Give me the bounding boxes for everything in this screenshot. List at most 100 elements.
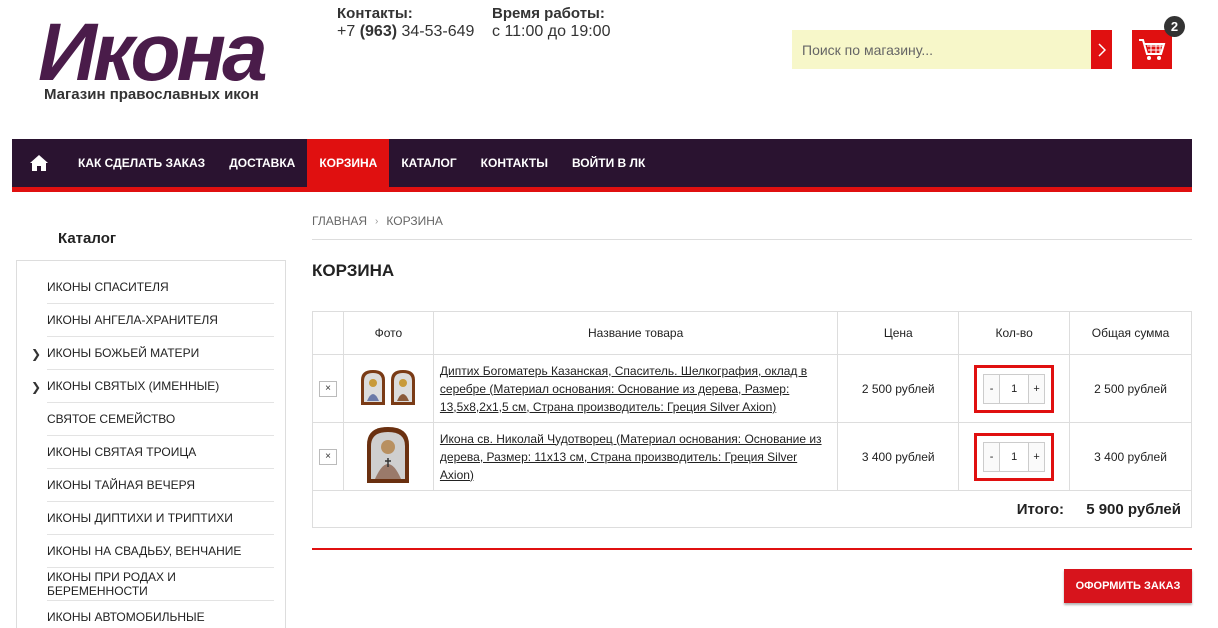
delete-cell: × bbox=[312, 422, 344, 491]
header-delete bbox=[312, 311, 344, 355]
nav-item-catalog[interactable]: КАТАЛОГ bbox=[389, 139, 468, 187]
price-cell: 3 400 рублей bbox=[837, 422, 960, 491]
header-photo: Фото bbox=[342, 311, 434, 355]
catalog-item-label: ИКОНЫ ПРИ РОДАХ И БЕРЕМЕННОСТИ bbox=[47, 570, 176, 598]
qty-value[interactable]: 1 bbox=[999, 374, 1030, 403]
product-image[interactable] bbox=[365, 425, 411, 485]
catalog-item-mother-of-god[interactable]: ❯ ИКОНЫ БОЖЬЕЙ МАТЕРИ bbox=[31, 337, 274, 370]
phone-prefix: +7 bbox=[337, 23, 360, 40]
catalog-item-saints[interactable]: ❯ ИКОНЫ СВЯТЫХ (ИМЕННЫЕ) bbox=[31, 370, 274, 403]
catalog-item-wedding[interactable]: ИКОНЫ НА СВАДЬБУ, ВЕНЧАНИЕ bbox=[47, 535, 274, 568]
total-cell: 2 500 рублей bbox=[1069, 354, 1192, 423]
qty-value[interactable]: 1 bbox=[999, 442, 1030, 471]
divider bbox=[312, 548, 1192, 550]
product-image[interactable] bbox=[358, 368, 418, 406]
catalog-item-label: ИКОНЫ СВЯТЫХ (ИМЕННЫЕ) bbox=[47, 379, 220, 393]
nav-item-contacts[interactable]: КОНТАКТЫ bbox=[469, 139, 560, 187]
delete-cell: × bbox=[312, 354, 344, 423]
total-cell: 3 400 рублей bbox=[1069, 422, 1192, 491]
nav-item-cart[interactable]: КОРЗИНА bbox=[307, 139, 390, 187]
table-header-row: Фото Название товара Цена Кол-во Общая с… bbox=[312, 311, 1192, 355]
catalog-item-label: ИКОНЫ СПАСИТЕЛЯ bbox=[47, 280, 169, 294]
nav-item-how-to-order[interactable]: КАК СДЕЛАТЬ ЗАКАЗ bbox=[66, 139, 217, 187]
product-name-link[interactable]: Икона св. Николай Чудотворец (Материал о… bbox=[440, 432, 822, 482]
phone-number: 34-53-649 bbox=[397, 23, 475, 40]
hours-block: Время работы: с 11:00 до 19:00 bbox=[492, 5, 610, 41]
photo-cell bbox=[342, 422, 434, 491]
chevron-right-icon: ❯ bbox=[31, 380, 42, 394]
catalog-item-label: ИКОНЫ НА СВАДЬБУ, ВЕНЧАНИЕ bbox=[47, 544, 242, 558]
contacts-phone: +7 (963) 34-53-649 bbox=[337, 23, 474, 41]
nav-home-button[interactable] bbox=[12, 139, 66, 187]
home-icon bbox=[30, 155, 48, 171]
qty-cell: - 1 + bbox=[958, 354, 1071, 423]
qty-minus-button[interactable]: - bbox=[984, 374, 1000, 403]
catalog-item-label: ИКОНЫ ТАЙНАЯ ВЕЧЕРЯ bbox=[47, 478, 196, 492]
search-bar bbox=[792, 30, 1112, 69]
nav-item-login[interactable]: ВОЙТИ В ЛК bbox=[560, 139, 657, 187]
page-title: КОРЗИНА bbox=[312, 261, 395, 280]
qty-highlight: - 1 + bbox=[974, 364, 1055, 413]
chevron-right-icon: › bbox=[375, 215, 379, 227]
qty-minus-button[interactable]: - bbox=[984, 442, 1000, 471]
catalog-item-label: ИКОНЫ СВЯТАЯ ТРОИЦА bbox=[47, 445, 197, 459]
header-qty: Кол-во bbox=[958, 311, 1071, 355]
catalog-item-guardian-angel[interactable]: ИКОНЫ АНГЕЛА-ХРАНИТЕЛЯ bbox=[47, 304, 274, 337]
catalog-item-label: ИКОНЫ ДИПТИХИ И ТРИПТИХИ bbox=[47, 511, 233, 525]
header-total: Общая сумма bbox=[1069, 311, 1192, 355]
breadcrumb-current: КОРЗИНА bbox=[386, 214, 443, 228]
checkout-button[interactable]: ОФОРМИТЬ ЗАКАЗ bbox=[1064, 569, 1192, 603]
contacts-label: Контакты: bbox=[337, 5, 413, 22]
cart-icon bbox=[1139, 38, 1166, 60]
logo-subtitle: Магазин православных икон bbox=[44, 86, 259, 103]
main-nav: КАК СДЕЛАТЬ ЗАКАЗ ДОСТАВКА КОРЗИНА КАТАЛ… bbox=[12, 139, 1192, 187]
catalog-item-diptychs[interactable]: ИКОНЫ ДИПТИХИ И ТРИПТИХИ bbox=[47, 502, 274, 535]
catalog-item-last-supper[interactable]: ИКОНЫ ТАЙНАЯ ВЕЧЕРЯ bbox=[47, 469, 274, 502]
qty-cell: - 1 + bbox=[958, 422, 1071, 491]
logo-title: Икона bbox=[38, 7, 268, 98]
qty-plus-button[interactable]: + bbox=[1029, 374, 1045, 403]
catalog-item-automobile[interactable]: ИКОНЫ АВТОМОБИЛЬНЫЕ bbox=[47, 601, 274, 628]
qty-plus-button[interactable]: + bbox=[1029, 442, 1045, 471]
catalog-item-label: ИКОНЫ АВТОМОБИЛЬНЫЕ bbox=[47, 610, 205, 624]
cart-button[interactable] bbox=[1132, 30, 1172, 69]
chevron-right-icon bbox=[1097, 42, 1106, 57]
catalog-item-label: СВЯТОЕ СЕМЕЙСТВО bbox=[47, 412, 176, 426]
quantity-stepper: - 1 + bbox=[983, 373, 1046, 404]
phone-code: (963) bbox=[359, 23, 398, 40]
catalog-item-label: ИКОНЫ БОЖЬЕЙ МАТЕРИ bbox=[47, 346, 200, 360]
nav-accent-line bbox=[12, 187, 1192, 192]
catalog-sidebar: ИКОНЫ СПАСИТЕЛЯ ИКОНЫ АНГЕЛА-ХРАНИТЕЛЯ ❯… bbox=[16, 260, 286, 628]
catalog-list: ИКОНЫ СПАСИТЕЛЯ ИКОНЫ АНГЕЛА-ХРАНИТЕЛЯ ❯… bbox=[31, 271, 274, 628]
grand-total-label: Итого: bbox=[1016, 500, 1065, 518]
catalog-item-pregnancy[interactable]: ИКОНЫ ПРИ РОДАХ И БЕРЕМЕННОСТИ bbox=[47, 568, 274, 601]
table-row: × Диптих Богоматерь Казанская, Спаситель… bbox=[312, 354, 1192, 423]
quantity-stepper: - 1 + bbox=[983, 441, 1046, 472]
photo-cell bbox=[342, 354, 434, 423]
cart-count-badge: 2 bbox=[1164, 16, 1185, 37]
breadcrumb: ГЛАВНАЯ › КОРЗИНА bbox=[312, 214, 443, 228]
table-row: × Икона св. Николай Чудотворец (Материал… bbox=[312, 422, 1192, 491]
name-cell: Диптих Богоматерь Казанская, Спаситель. … bbox=[432, 354, 839, 423]
catalog-item-label: ИКОНЫ АНГЕЛА-ХРАНИТЕЛЯ bbox=[47, 313, 218, 327]
divider bbox=[312, 239, 1192, 240]
cart-table: Фото Название товара Цена Кол-во Общая с… bbox=[312, 311, 1192, 528]
catalog-item-trinity[interactable]: ИКОНЫ СВЯТАЯ ТРОИЦА bbox=[47, 436, 274, 469]
price-cell: 2 500 рублей bbox=[837, 354, 960, 423]
remove-item-button[interactable]: × bbox=[318, 381, 337, 397]
catalog-item-savior[interactable]: ИКОНЫ СПАСИТЕЛЯ bbox=[47, 271, 274, 304]
search-submit-button[interactable] bbox=[1091, 30, 1112, 69]
breadcrumb-home[interactable]: ГЛАВНАЯ bbox=[312, 214, 367, 228]
search-input[interactable] bbox=[792, 30, 1091, 69]
catalog-title: Каталог bbox=[58, 230, 117, 247]
catalog-item-holy-family[interactable]: СВЯТОЕ СЕМЕЙСТВО bbox=[47, 403, 274, 436]
remove-item-button[interactable]: × bbox=[318, 449, 337, 465]
nav-item-delivery[interactable]: ДОСТАВКА bbox=[217, 139, 307, 187]
site-logo[interactable]: Икона Магазин православных икон bbox=[38, 12, 298, 108]
hours-label: Время работы: bbox=[492, 5, 605, 22]
product-name-link[interactable]: Диптих Богоматерь Казанская, Спаситель. … bbox=[440, 364, 807, 414]
name-cell: Икона св. Николай Чудотворец (Материал о… bbox=[432, 422, 839, 491]
hours-value: с 11:00 до 19:00 bbox=[492, 23, 611, 40]
header-price: Цена bbox=[837, 311, 960, 355]
contacts-block: Контакты: +7 (963) 34-53-649 bbox=[337, 5, 474, 41]
